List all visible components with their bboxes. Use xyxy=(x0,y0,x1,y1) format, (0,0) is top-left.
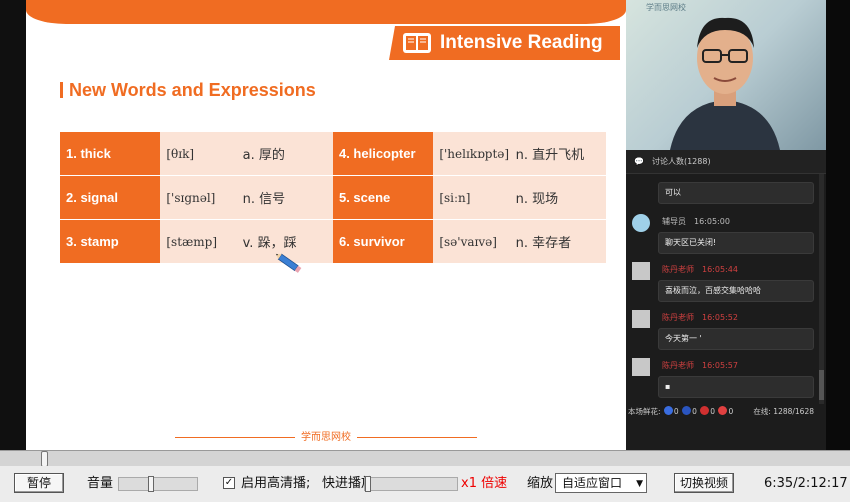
avatar xyxy=(632,358,650,376)
flower-label: 本场鲜花: xyxy=(628,407,661,416)
vocab-word: 2. signal xyxy=(60,176,161,220)
vocab-word: 5. scene xyxy=(332,176,434,220)
vocab-meaning: n. 直升飞机 xyxy=(509,132,606,176)
volume-knob[interactable] xyxy=(148,476,154,492)
hd-checkbox[interactable]: ✓ xyxy=(223,477,235,489)
table-row: 3. stamp [stæmp] v. 跺，踩 6. survivor [sə'… xyxy=(60,220,606,264)
vocab-phonetic: [sə'vaɪvə] xyxy=(433,220,510,264)
lesson-slide: Intensive Reading New Words and Expressi… xyxy=(26,0,626,450)
divider xyxy=(357,436,477,438)
chat-stats: 本场鲜花: 0 0 0 0 在线: 1288/1628 xyxy=(628,406,824,417)
playback-time: 6:35/2:12:17 xyxy=(764,476,848,491)
zoom-select-value: 自适应窗口 xyxy=(562,476,623,490)
table-row: 2. signal ['sɪgnəl] n. 信号 5. scene [siːn… xyxy=(60,176,606,220)
section-title: New Words and Expressions xyxy=(60,80,316,101)
control-bar: 暂停 音量 ✓ 启用高清播; 快进播放 x1 倍速 缩放 自适应窗口 ▼ 切换视… xyxy=(0,466,850,502)
message-text: 今天第一 ' xyxy=(658,328,814,350)
vocab-phonetic: [θɪk] xyxy=(160,132,237,176)
vocab-phonetic: ['sɪgnəl] xyxy=(160,176,237,220)
divider xyxy=(175,436,295,438)
book-icon xyxy=(403,33,431,53)
volume-label: 音量 xyxy=(87,476,114,491)
zoom-label: 缩放 xyxy=(527,476,554,491)
chat-bubble-icon: 💬 xyxy=(634,157,644,166)
switch-video-button[interactable]: 切换视频 xyxy=(674,473,734,493)
flower-count: 0 xyxy=(692,407,697,416)
message-text: 可以 xyxy=(658,182,814,204)
section-title-text: New Words and Expressions xyxy=(69,80,316,100)
footer-brand-text: 学而思网校 xyxy=(301,432,351,443)
chat-header: 💬 讨论人数(1288) xyxy=(626,150,826,174)
vocab-phonetic: [siːn] xyxy=(433,176,510,220)
vocab-word: 6. survivor xyxy=(332,220,434,264)
slide-badge: Intensive Reading xyxy=(396,26,620,60)
avatar xyxy=(632,262,650,280)
vocab-meaning: a. 厚的 xyxy=(236,132,333,176)
zoom-select[interactable]: 自适应窗口 ▼ xyxy=(555,473,647,493)
online-count: 在线: 1288/1628 xyxy=(753,407,814,416)
vocab-meaning: n. 幸存者 xyxy=(509,220,606,264)
pencil-cursor-icon xyxy=(275,253,302,273)
blue-flower-icon xyxy=(663,406,673,415)
volume-slider[interactable] xyxy=(118,476,198,492)
teacher-figure xyxy=(670,17,780,150)
message-text: 喜极而泣，百感交集哈哈哈 xyxy=(658,280,814,302)
chat-panel: 💬 讨论人数(1288) 可以 辅导员 16:05:00 聊天区已关闭! 陈丹老师 1… xyxy=(626,150,826,450)
flower-count: 0 xyxy=(710,407,716,416)
scrollbar-thumb[interactable] xyxy=(819,370,824,400)
playback-progress-bar[interactable] xyxy=(0,450,850,467)
message-sender: 陈丹老师 16:05:57 xyxy=(662,361,738,370)
message-sender: 陈丹老师 16:05:44 xyxy=(662,265,738,274)
vocab-meaning: n. 现场 xyxy=(509,176,606,220)
chat-header-text: 讨论人数(1288) xyxy=(651,157,711,166)
message-sender: 辅导员 16:05:00 xyxy=(662,217,730,226)
hd-label: 启用高清播; xyxy=(241,476,311,491)
message-text: 聊天区已关闭! xyxy=(658,232,814,254)
speed-slider[interactable] xyxy=(364,476,458,492)
speed-knob[interactable] xyxy=(365,476,371,492)
chat-scrollbar[interactable] xyxy=(819,174,824,404)
teacher-video[interactable]: 学而思网校 xyxy=(626,0,826,150)
vocab-word: 3. stamp xyxy=(60,220,161,264)
slide-footer: 学而思网校 xyxy=(166,428,486,443)
section-mark xyxy=(60,82,63,98)
vocab-meaning: n. 信号 xyxy=(236,176,333,220)
message-text: ▪ xyxy=(658,376,814,398)
vocab-table: 1. thick [θɪk] a. 厚的 4. helicopter ['hel… xyxy=(60,132,606,264)
avatar xyxy=(632,214,650,232)
avatar xyxy=(632,310,650,328)
vocab-phonetic: [stæmp] xyxy=(160,220,237,264)
flower-count: 0 xyxy=(728,407,734,416)
vocab-phonetic: ['helɪkɒptə] xyxy=(433,132,510,176)
speed-value: x1 倍速 xyxy=(461,476,508,491)
blue-flower-icon xyxy=(682,406,692,415)
message-sender: 陈丹老师 16:05:52 xyxy=(662,313,738,322)
progress-thumb[interactable] xyxy=(41,451,48,467)
chevron-down-icon: ▼ xyxy=(636,479,643,489)
red-flower-icon xyxy=(700,406,710,415)
red-flower-icon xyxy=(718,406,728,415)
flower-count: 0 xyxy=(673,407,679,416)
window-edge xyxy=(826,0,850,450)
slide-top-bar xyxy=(26,0,626,24)
table-row: 1. thick [θɪk] a. 厚的 4. helicopter ['hel… xyxy=(60,132,606,176)
vocab-word: 4. helicopter xyxy=(332,132,434,176)
vocab-word: 1. thick xyxy=(60,132,161,176)
badge-title: Intensive Reading xyxy=(440,32,603,53)
player-window: Intensive Reading New Words and Expressi… xyxy=(0,0,850,502)
pause-button[interactable]: 暂停 xyxy=(14,473,64,493)
